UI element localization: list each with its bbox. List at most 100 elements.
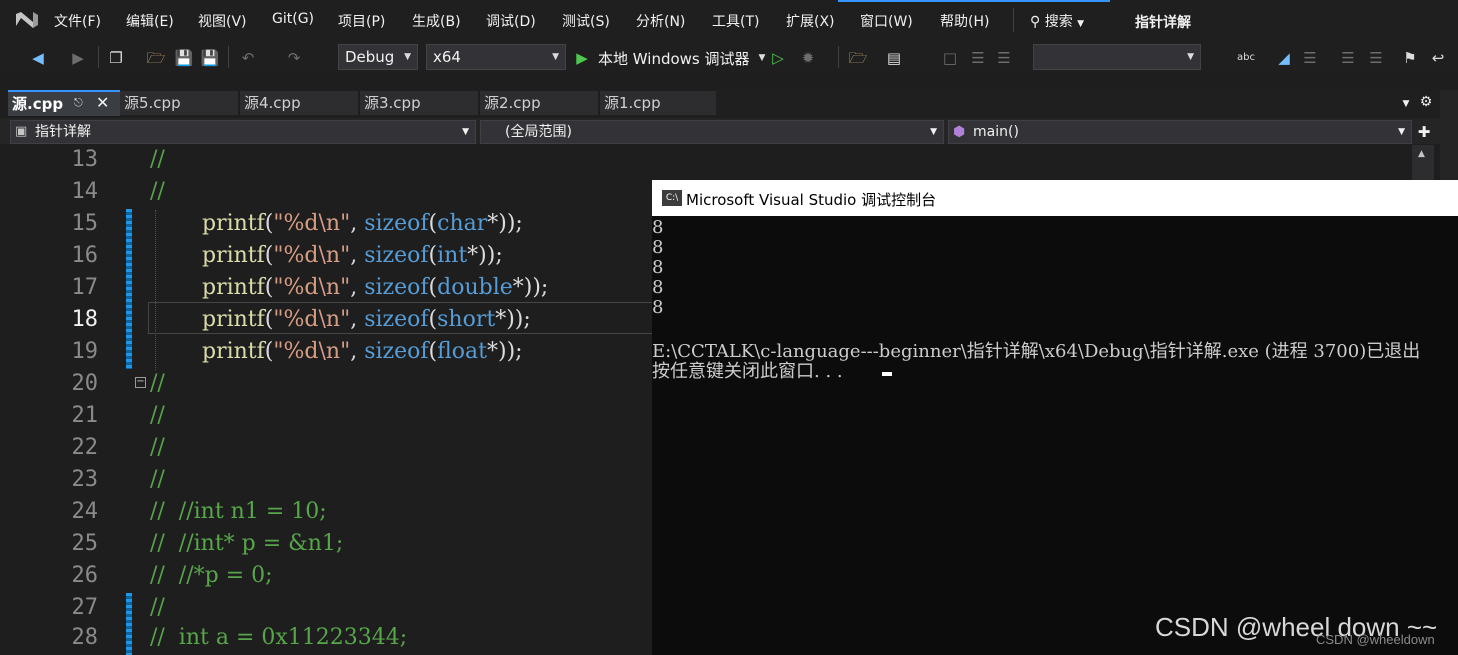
save-all-icon[interactable]: 💾 [200, 48, 220, 68]
menu-build[interactable]: 生成(B) [412, 11, 461, 31]
line-number: 26 [71, 563, 99, 588]
menu-git[interactable]: Git(G) [272, 11, 314, 27]
type-token: int [437, 243, 468, 268]
keyword-token: sizeof [364, 211, 429, 236]
bookmark-doc-icon[interactable]: □ [940, 48, 960, 68]
chevron-down-icon: ▼ [930, 127, 937, 137]
tab-source3-cpp[interactable]: 源3.cpp [360, 91, 478, 115]
platform-value: x64 [433, 48, 461, 66]
search-icon: ⚲ [1030, 14, 1041, 30]
menu-tools[interactable]: 工具(T) [712, 11, 759, 31]
bookmark-icon[interactable]: ⚑ [1400, 48, 1420, 68]
new-project-icon[interactable]: ❐ [106, 48, 126, 68]
tab-source4-cpp[interactable]: 源4.cpp [240, 91, 358, 115]
previous-bookmark-icon[interactable]: ↩ [1428, 48, 1448, 68]
member-value: main() [973, 124, 1019, 140]
change-indicator [126, 209, 132, 369]
project-value: 指针详解 [35, 124, 91, 140]
menu-test[interactable]: 测试(S) [562, 11, 610, 31]
debug-console-window[interactable] [652, 180, 1458, 655]
comment-lines-icon[interactable]: ☰ [968, 48, 988, 68]
punct-token: , [350, 211, 365, 236]
uncomment-lines-icon[interactable]: ☰ [994, 48, 1014, 68]
configuration-select[interactable]: Debug ▼ [338, 44, 418, 70]
line-number: 14 [71, 179, 99, 204]
pin-icon[interactable]: ⎋ [74, 96, 83, 110]
console-output-line: 8 [652, 277, 664, 298]
tab-source1-cpp[interactable]: 源1.cpp [600, 91, 716, 115]
navigate-back-icon[interactable]: ◀ [28, 48, 48, 68]
hot-reload-icon[interactable]: ✹ [798, 48, 818, 68]
decrease-indent-icon[interactable]: ☰ [1338, 48, 1358, 68]
platform-select[interactable]: x64 ▼ [426, 44, 566, 70]
console-output-line: 8 [652, 237, 664, 258]
menu-extensions[interactable]: 扩展(X) [786, 11, 835, 31]
punct-token: , [350, 275, 365, 300]
menu-file[interactable]: 文件(F) [54, 11, 101, 31]
punct-token: *)); [467, 243, 503, 268]
menu-project[interactable]: 项目(P) [338, 11, 385, 31]
chevron-down-icon: ▼ [552, 52, 559, 62]
scroll-up-icon[interactable]: ▲ [1418, 149, 1425, 159]
open-folder-icon[interactable]: 🗁 [146, 48, 166, 68]
title-accent-strip [838, 0, 1110, 2]
punct-token: *)); [487, 339, 523, 364]
save-icon[interactable]: 💾 [174, 48, 194, 68]
keyword-token: sizeof [364, 275, 429, 300]
scope-value: (全局范围) [505, 124, 572, 140]
increase-indent-icon[interactable]: ☰ [1366, 48, 1386, 68]
line-number: 25 [71, 531, 99, 556]
code-line: // int a = 0x11223344; [150, 625, 408, 650]
search-button[interactable]: ⚲ 搜索 ▼ [1030, 11, 1084, 31]
spell-check-icon[interactable]: abc [1236, 48, 1256, 68]
menu-debug[interactable]: 调试(D) [486, 11, 536, 31]
format-document-icon[interactable]: ◢ [1274, 48, 1294, 68]
menu-window[interactable]: 窗口(W) [860, 11, 913, 31]
tab-list-chevron-icon[interactable]: ▼ [1396, 94, 1416, 114]
gear-icon[interactable]: ⚙ [1416, 92, 1436, 112]
close-icon[interactable]: ✕ [96, 93, 109, 112]
undo-icon[interactable]: ↶ [238, 48, 258, 68]
punct-token: , [350, 243, 365, 268]
scope-select[interactable]: (全局范围) ▼ [480, 120, 944, 144]
tab-label: 源4.cpp [244, 94, 301, 112]
visual-studio-logo-icon[interactable] [14, 8, 40, 32]
chevron-down-icon: ▼ [404, 52, 411, 62]
string-token: "%d\n" [273, 275, 351, 300]
code-line: // [150, 595, 165, 620]
menu-analyze[interactable]: 分析(N) [636, 11, 685, 31]
function-token: printf [202, 275, 265, 300]
project-select[interactable]: ▣ 指针详解 ▼ [10, 120, 476, 144]
chevron-down-icon: ▼ [1187, 52, 1194, 62]
menu-help[interactable]: 帮助(H) [940, 11, 989, 31]
chevron-down-icon: ▼ [1398, 127, 1405, 137]
find-combo[interactable]: ▼ [1033, 44, 1201, 70]
window-layout-icon[interactable]: ▤ [884, 48, 904, 68]
type-token: float [437, 339, 488, 364]
code-line: // [150, 403, 165, 428]
split-view-icon[interactable]: ✚ [1414, 122, 1434, 142]
code-line: printf("%d\n", sizeof(int*)); [202, 243, 503, 268]
type-token: double [437, 275, 513, 300]
tab-source5-cpp[interactable]: 源5.cpp [120, 91, 238, 115]
tab-source2-cpp[interactable]: 源2.cpp [480, 91, 598, 115]
solution-title: 指针详解 [1135, 15, 1191, 31]
collapse-icon[interactable]: − [135, 377, 146, 388]
start-without-debugging-icon[interactable]: ▷ [768, 48, 788, 68]
start-debugging-button[interactable]: 本地 Windows 调试器 [598, 48, 750, 69]
navigate-forward-icon[interactable]: ▶ [68, 48, 88, 68]
keyword-token: sizeof [364, 243, 429, 268]
member-select[interactable]: ⬢ main() ▼ [948, 120, 1412, 144]
function-token: printf [202, 211, 265, 236]
redo-icon[interactable]: ↷ [284, 48, 304, 68]
find-in-files-icon[interactable]: 🗁 [848, 48, 868, 68]
editor-scrollbar[interactable]: ▲ [1412, 145, 1434, 181]
code-line: // [150, 435, 165, 460]
start-debugging-icon[interactable]: ▶ [572, 48, 592, 68]
configuration-value: Debug [345, 48, 395, 66]
indent-icon[interactable]: ☰ [1300, 48, 1320, 68]
line-number: 22 [71, 435, 99, 460]
keyword-token: sizeof [364, 307, 429, 332]
menu-edit[interactable]: 编辑(E) [126, 11, 174, 31]
menu-view[interactable]: 视图(V) [198, 11, 247, 31]
